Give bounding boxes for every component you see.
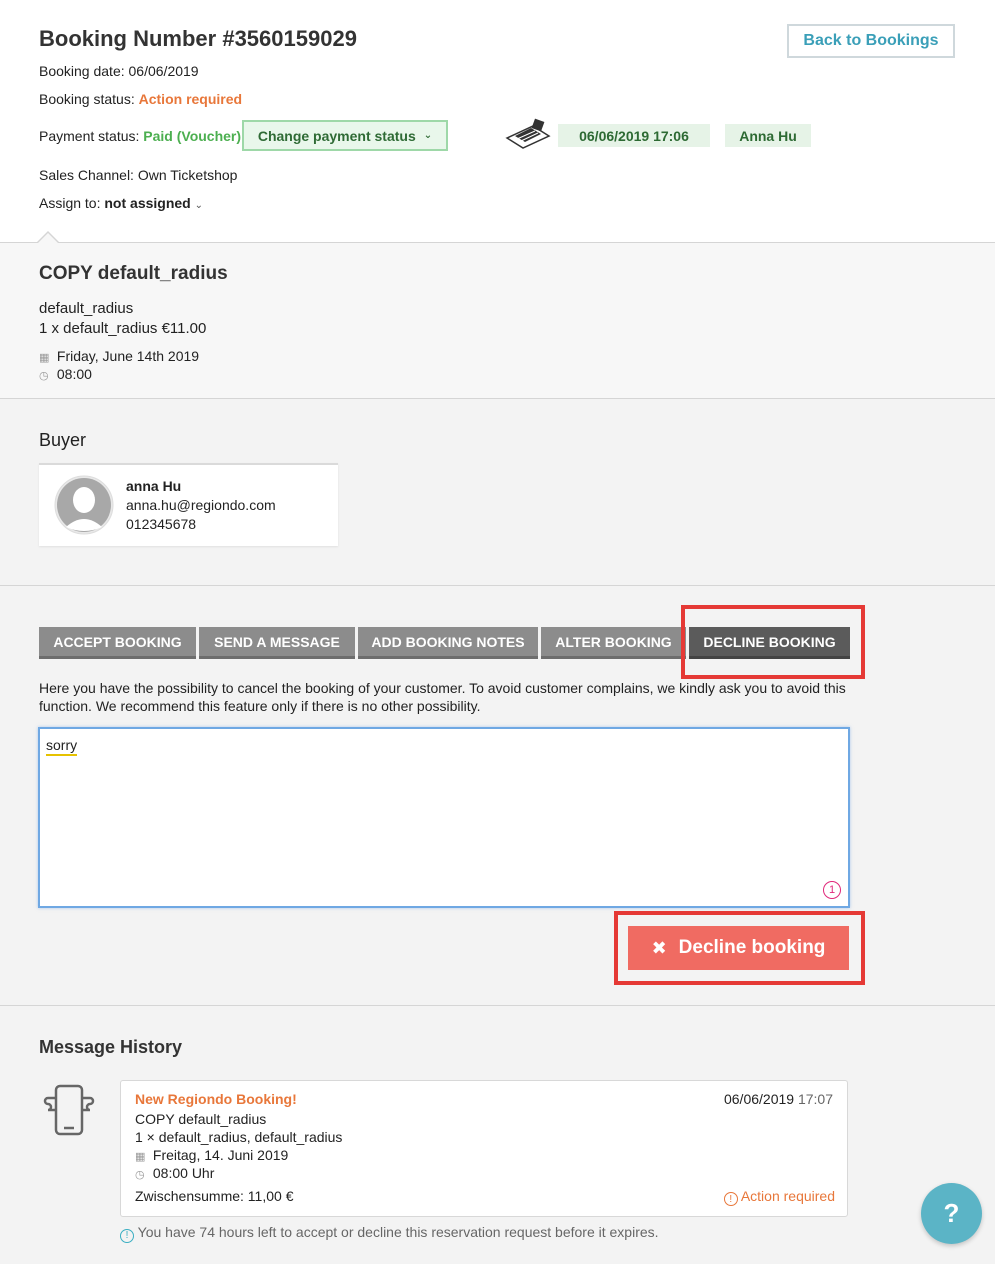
- timestamp-chip: 06/06/2019 17:06: [558, 124, 710, 147]
- info-icon: !: [120, 1229, 134, 1243]
- divider: [0, 242, 995, 243]
- buyer-heading: Buyer: [39, 430, 87, 450]
- calendar-icon: ▦: [135, 1151, 146, 1163]
- change-payment-status-button[interactable]: Change payment status ⌄: [242, 120, 448, 151]
- product-name: default_radius: [39, 300, 134, 317]
- message-time: 17:07: [797, 1091, 833, 1107]
- message-date: 06/06/2019: [723, 1091, 795, 1107]
- assign-to-dropdown[interactable]: Assign to: not assigned ⌄: [39, 195, 203, 211]
- message-status-text: Action required: [740, 1188, 835, 1204]
- assign-to-label: Assign to:: [39, 195, 101, 211]
- product-time-row: ◷ 08:00: [39, 366, 92, 382]
- decline-booking-label: Decline booking: [678, 937, 826, 958]
- booking-date-value: 06/06/2019: [128, 63, 199, 79]
- buyer-phone: 012345678: [126, 516, 197, 532]
- sales-channel: Sales Channel: Own Ticketshop: [39, 167, 238, 183]
- tab-send-message[interactable]: SEND A MESSAGE: [199, 627, 355, 659]
- buyer-name: anna Hu: [126, 478, 182, 494]
- chevron-down-icon: ⌄: [194, 200, 204, 211]
- message-date-row: ▦ Freitag, 14. Juni 2019: [135, 1147, 288, 1163]
- message-history-heading: Message History: [39, 1037, 183, 1057]
- clock-icon: ◷: [39, 370, 49, 382]
- textarea-value: sorry: [46, 737, 78, 756]
- booking-status-row: Booking status: Action required: [39, 91, 242, 107]
- message-hour: 08:00 Uhr: [152, 1165, 215, 1181]
- message-time-row: ◷ 08:00 Uhr: [135, 1165, 214, 1181]
- message-status: ! Action required: [723, 1188, 835, 1206]
- product-line: 1 x default_radius €11.00: [39, 320, 207, 337]
- message-timestamp: 06/06/2019 17:07: [724, 1091, 833, 1107]
- close-icon: ✖: [651, 937, 667, 958]
- cash-register-icon: [505, 118, 551, 150]
- message-day: Freitag, 14. Juni 2019: [152, 1147, 289, 1163]
- product-time: 08:00: [56, 366, 92, 382]
- booking-date-label: Booking date:: [39, 63, 125, 79]
- message-title: New Regiondo Booking!: [135, 1091, 297, 1107]
- clock-icon: ◷: [135, 1169, 145, 1181]
- chevron-down-icon: ⌄: [423, 130, 433, 141]
- booking-date-row: Booking date: 06/06/2019: [39, 63, 199, 79]
- message-line: 1 × default_radius, default_radius: [135, 1129, 343, 1145]
- assign-to-value: not assigned: [104, 195, 191, 211]
- product-date-row: ▦ Friday, June 14th 2019: [39, 348, 199, 364]
- character-counter-badge: 1: [823, 881, 841, 899]
- calendar-icon: ▦: [39, 352, 50, 364]
- back-to-bookings-button[interactable]: Back to Bookings: [787, 24, 955, 58]
- buyer-email: anna.hu@regiondo.com: [126, 497, 276, 513]
- booking-status-label: Booking status:: [39, 91, 135, 107]
- product-date: Friday, June 14th 2019: [56, 348, 200, 364]
- highlight-box: [681, 605, 865, 679]
- message-card: New Regiondo Booking! 06/06/2019 17:07 C…: [120, 1080, 848, 1217]
- warning-icon: !: [723, 1192, 738, 1206]
- booking-status-value: Action required: [138, 91, 243, 107]
- tab-alter-booking[interactable]: ALTER BOOKING: [541, 627, 686, 659]
- message-product: COPY default_radius: [135, 1111, 267, 1127]
- help-button[interactable]: ?: [921, 1183, 982, 1244]
- buyer-card: anna Hu anna.hu@regiondo.com 012345678: [39, 463, 338, 546]
- payment-status-value: Paid (Voucher): [143, 128, 242, 144]
- expiry-note-text: You have 74 hours left to accept or decl…: [137, 1224, 659, 1240]
- tab-add-booking-notes[interactable]: ADD BOOKING NOTES: [358, 627, 538, 659]
- page-title: Booking Number #3560159029: [39, 26, 357, 51]
- decline-reason-textarea[interactable]: sorry: [38, 727, 850, 908]
- decline-booking-button[interactable]: ✖ Decline booking: [628, 926, 849, 970]
- mobile-device-icon: [42, 1084, 96, 1136]
- avatar: [54, 475, 114, 535]
- change-payment-status-label: Change payment status: [257, 127, 416, 144]
- expiry-note: ! You have 74 hours left to accept or de…: [120, 1224, 659, 1243]
- pointer-arrow-fill: [38, 233, 58, 243]
- user-chip: Anna Hu: [725, 124, 811, 147]
- message-subtotal: Zwischensumme: 11,00 €: [135, 1188, 294, 1204]
- payment-status-row: Payment status: Paid (Voucher): [39, 128, 241, 144]
- payment-status-label: Payment status:: [39, 128, 140, 144]
- decline-info-text: Here you have the possibility to cancel …: [39, 680, 846, 714]
- product-title: COPY default_radius: [39, 263, 228, 284]
- tab-accept-booking[interactable]: ACCEPT BOOKING: [39, 627, 196, 659]
